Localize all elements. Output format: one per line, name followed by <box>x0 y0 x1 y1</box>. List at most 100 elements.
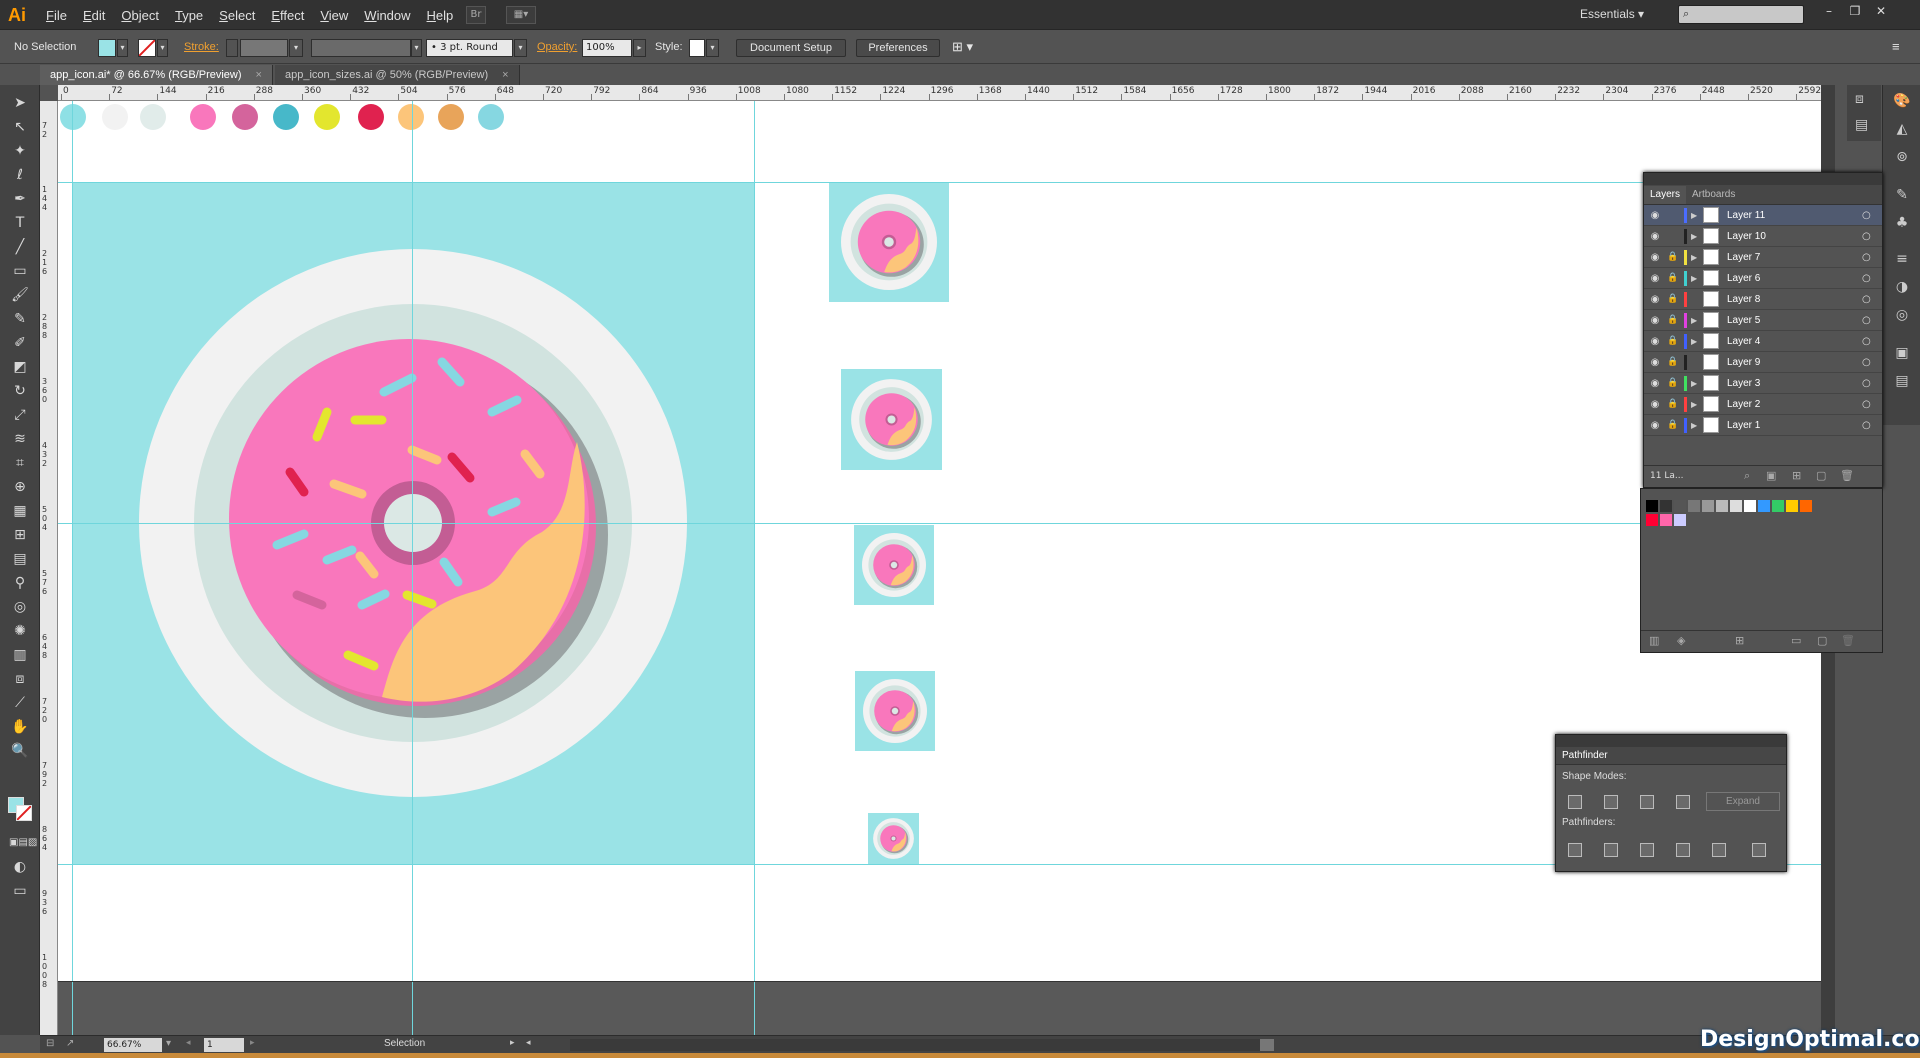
tab-close-icon[interactable]: × <box>502 69 508 81</box>
layer-row[interactable]: ◉ 🔒 ▶ Layer 1 ○ <box>1644 415 1882 436</box>
symbols-panel-icon[interactable]: ♣ <box>1892 213 1912 233</box>
target-circle-icon[interactable]: ○ <box>1862 252 1882 263</box>
artboard-nav-icon[interactable]: ⊟ <box>46 1038 54 1049</box>
layers-panel-icon[interactable]: ▤ <box>1892 371 1912 391</box>
rectangle-tool-icon[interactable]: ▭ <box>9 261 31 281</box>
trim-icon[interactable] <box>1604 843 1618 857</box>
app-icon-size-2[interactable] <box>841 369 942 470</box>
screen-mode-icon[interactable]: ▭ <box>9 881 31 901</box>
stroke-color-swatch[interactable] <box>16 805 32 821</box>
layer-name[interactable]: Layer 2 <box>1727 399 1862 410</box>
expand-triangle-icon[interactable]: ▶ <box>1691 379 1703 388</box>
lock-icon[interactable]: 🔒 <box>1666 336 1680 346</box>
panel-header[interactable] <box>1644 173 1882 185</box>
free-transform-tool-icon[interactable]: ⌗ <box>9 453 31 473</box>
stroke-label[interactable]: Stroke: <box>184 41 219 53</box>
swatch-chip[interactable] <box>1660 514 1672 526</box>
shape-builder-tool-icon[interactable]: ⊕ <box>9 477 31 497</box>
search-input[interactable]: ⌕ <box>1678 5 1804 24</box>
lasso-tool-icon[interactable]: ℓ <box>9 165 31 185</box>
layer-name[interactable]: Layer 4 <box>1727 336 1862 347</box>
new-layer-icon[interactable]: ▢ <box>1816 469 1826 482</box>
palette-swatch[interactable] <box>102 104 128 130</box>
transparency-panel-icon[interactable]: ◎ <box>1892 305 1912 325</box>
fill-dropdown-icon[interactable]: ▾ <box>117 39 128 57</box>
layer-name[interactable]: Layer 7 <box>1727 252 1862 263</box>
swatch-kind-icon[interactable]: ◈ <box>1677 634 1685 647</box>
swatch-chip[interactable] <box>1688 500 1700 512</box>
unite-icon[interactable] <box>1568 795 1582 809</box>
opacity-label[interactable]: Opacity: <box>537 41 577 53</box>
stroke-weight-dropdown-icon[interactable]: ▾ <box>289 39 303 57</box>
palette-swatch[interactable] <box>60 104 86 130</box>
artboard-number[interactable]: 1 <box>204 1038 244 1052</box>
previous-artboard-icon[interactable]: ◂ <box>186 1038 191 1048</box>
visibility-eye-icon[interactable]: ◉ <box>1644 252 1666 263</box>
visibility-eye-icon[interactable]: ◉ <box>1644 357 1666 368</box>
expand-triangle-icon[interactable]: ▶ <box>1691 253 1703 262</box>
swatch-chip[interactable] <box>1674 514 1686 526</box>
control-panel-menu-icon[interactable]: ≡ <box>1892 39 1900 54</box>
swatch-chip[interactable] <box>1646 514 1658 526</box>
magic-wand-tool-icon[interactable]: ✦ <box>9 141 31 161</box>
direct-selection-tool-icon[interactable]: ↖ <box>9 117 31 137</box>
share-icon[interactable]: ↗ <box>66 1038 74 1049</box>
palette-swatch[interactable] <box>190 104 216 130</box>
scroll-left-icon[interactable]: ◂ <box>526 1038 531 1048</box>
menu-object[interactable]: Object <box>113 8 167 23</box>
restore-icon[interactable]: ❐ <box>1846 3 1864 19</box>
swatch-chip[interactable] <box>1702 500 1714 512</box>
warp-tool-icon[interactable]: ≋ <box>9 429 31 449</box>
brushes-panel-icon[interactable]: ✎ <box>1892 185 1912 205</box>
target-circle-icon[interactable]: ○ <box>1862 336 1882 347</box>
palette-swatch[interactable] <box>398 104 424 130</box>
delete-swatch-icon[interactable]: 🗑 <box>1841 634 1855 647</box>
align-options-icon[interactable]: ⊞ ▾ <box>952 39 973 55</box>
lock-icon[interactable]: 🔒 <box>1666 252 1680 262</box>
menu-help[interactable]: Help <box>419 8 462 23</box>
minimize-icon[interactable]: – <box>1820 3 1838 19</box>
guide-horizontal[interactable] <box>58 523 1821 524</box>
menu-edit[interactable]: Edit <box>75 8 113 23</box>
menu-select[interactable]: Select <box>211 8 263 23</box>
target-circle-icon[interactable]: ○ <box>1862 273 1882 284</box>
target-circle-icon[interactable]: ○ <box>1862 294 1882 305</box>
visibility-eye-icon[interactable]: ◉ <box>1644 273 1666 284</box>
target-circle-icon[interactable]: ○ <box>1862 399 1882 410</box>
type-tool-icon[interactable]: T <box>9 213 31 233</box>
lock-icon[interactable]: 🔒 <box>1666 420 1680 430</box>
layer-name[interactable]: Layer 10 <box>1727 231 1862 242</box>
minus-front-icon[interactable] <box>1604 795 1618 809</box>
visibility-eye-icon[interactable]: ◉ <box>1644 420 1666 431</box>
new-color-group-icon[interactable]: ▭ <box>1791 634 1801 647</box>
tab-layers[interactable]: Layers <box>1644 186 1687 204</box>
artboards-panel-icon[interactable]: ⧈ <box>1855 91 1864 107</box>
blend-tool-icon[interactable]: ◎ <box>9 597 31 617</box>
pencil-tool-icon[interactable]: ✎ <box>9 309 31 329</box>
scroll-thumb[interactable] <box>1260 1039 1274 1051</box>
lock-icon[interactable]: 🔒 <box>1666 315 1680 325</box>
preferences-button[interactable]: Preferences <box>856 39 940 57</box>
merge-icon[interactable] <box>1640 843 1654 857</box>
palette-swatch[interactable] <box>358 104 384 130</box>
layer-row[interactable]: ◉ 🔒 Layer 9 ○ <box>1644 352 1882 373</box>
palette-swatch[interactable] <box>232 104 258 130</box>
layer-name[interactable]: Layer 8 <box>1727 294 1862 305</box>
gradient-panel-icon[interactable]: ◑ <box>1892 277 1912 297</box>
scale-tool-icon[interactable]: ⤢ <box>9 405 31 425</box>
guide-horizontal[interactable] <box>58 182 1821 183</box>
layer-row[interactable]: ◉ ▶ Layer 10 ○ <box>1644 226 1882 247</box>
palette-swatch[interactable] <box>140 104 166 130</box>
slice-tool-icon[interactable]: ⟋ <box>9 693 31 713</box>
expand-triangle-icon[interactable]: ▶ <box>1691 211 1703 220</box>
expand-triangle-icon[interactable]: ▶ <box>1691 421 1703 430</box>
swatches-panel-icon[interactable]: ⊚ <box>1892 147 1912 167</box>
close-icon[interactable]: ✕ <box>1872 3 1890 19</box>
layer-name[interactable]: Layer 6 <box>1727 273 1862 284</box>
layer-name[interactable]: Layer 11 <box>1727 210 1862 221</box>
fill-swatch[interactable] <box>98 39 116 57</box>
eyedropper-tool-icon[interactable]: ⚲ <box>9 573 31 593</box>
appearance-panel-icon[interactable]: ▣ <box>1892 343 1912 363</box>
layer-name[interactable]: Layer 3 <box>1727 378 1862 389</box>
menu-effect[interactable]: Effect <box>263 8 312 23</box>
